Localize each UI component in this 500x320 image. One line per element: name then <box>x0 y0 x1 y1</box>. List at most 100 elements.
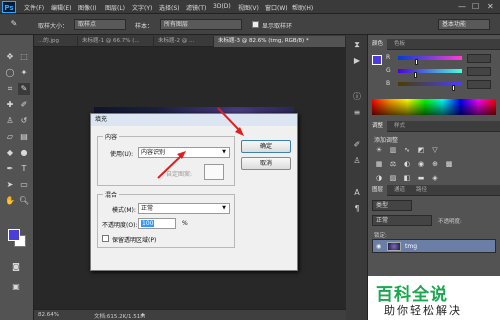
marquee-tool-icon[interactable]: ⬚ <box>18 51 30 63</box>
slider-g-value[interactable] <box>467 67 491 76</box>
quick-mask-icon[interactable]: ◙ <box>10 261 22 273</box>
gradient-map-icon[interactable]: ▬ <box>416 173 426 183</box>
hand-tool-icon[interactable]: ✋ <box>4 195 16 207</box>
slider-b-value[interactable] <box>467 80 491 89</box>
layer-row[interactable]: ◉ tmg <box>372 239 496 253</box>
slider-r-thumb[interactable] <box>415 59 418 65</box>
brush-tool-icon[interactable]: ✐ <box>18 99 30 111</box>
ok-button[interactable]: 确定 <box>241 140 291 153</box>
properties-icon[interactable]: ≡ <box>351 107 363 119</box>
menu-filter[interactable]: 滤镜(T) <box>186 3 206 12</box>
sample-select[interactable]: 所有图层 <box>160 19 242 30</box>
maximize-button[interactable]: ☐ <box>472 2 479 11</box>
brightness-icon[interactable]: ☀ <box>374 145 384 155</box>
clone-source-icon[interactable]: ♙ <box>351 155 363 167</box>
menu-3d[interactable]: 3D(D) <box>213 3 231 10</box>
menu-view[interactable]: 视图(V) <box>238 3 259 12</box>
shape-tool-icon[interactable]: ▭ <box>18 179 30 191</box>
bw-icon[interactable]: ◐ <box>402 159 412 169</box>
color-balance-icon[interactable]: ⚖ <box>388 159 398 169</box>
custom-pattern-swatch[interactable] <box>204 164 224 180</box>
lasso-tool-icon[interactable]: ◯ <box>4 67 16 79</box>
stamp-tool-icon[interactable]: ♙ <box>4 115 16 127</box>
tab-paths[interactable]: 路径 <box>412 185 431 196</box>
crop-tool-icon[interactable]: ⌗ <box>4 83 16 95</box>
show-ring-checkbox[interactable] <box>252 21 259 28</box>
close-button[interactable]: ✕ <box>487 2 494 11</box>
history-icon[interactable]: ⧗ <box>351 39 363 51</box>
gradient-tool-icon[interactable]: ▤ <box>18 131 30 143</box>
quick-select-icon[interactable]: ✦ <box>18 67 30 79</box>
tab-adjustments[interactable]: 调整 <box>368 121 388 132</box>
menu-layer[interactable]: 图层(L) <box>105 3 125 12</box>
invert-icon[interactable]: ◑ <box>374 173 384 183</box>
tab-channels[interactable]: 通道 <box>390 185 409 196</box>
character-icon[interactable]: A <box>351 187 363 199</box>
hue-icon[interactable]: ▦ <box>374 159 384 169</box>
actions-icon[interactable]: ▶ <box>351 55 363 67</box>
color-lookup-icon[interactable]: ▩ <box>444 159 454 169</box>
menu-select[interactable]: 选择(S) <box>159 3 180 12</box>
type-tool-icon[interactable]: T <box>18 163 30 175</box>
slider-g-track[interactable] <box>398 69 462 73</box>
menu-image[interactable]: 图像(I) <box>78 3 96 12</box>
tab-swatches[interactable]: 色板 <box>390 39 409 50</box>
menu-window[interactable]: 窗口(W) <box>265 3 288 12</box>
layer-name[interactable]: tmg <box>405 243 417 250</box>
workspace-select[interactable]: 基本功能 <box>438 19 490 30</box>
slider-r-value[interactable] <box>467 54 491 63</box>
heal-tool-icon[interactable]: ✚ <box>4 99 16 111</box>
tab-layers[interactable]: 图层 <box>368 185 388 196</box>
minimize-button[interactable]: — <box>458 2 466 11</box>
tab-doc-active[interactable]: 未标题-3 @ 82.6% (tmg, RGB/8) * <box>214 36 346 47</box>
use-select[interactable]: 内容识别 ▼ <box>138 147 230 158</box>
zoom-level[interactable]: 82.64% <box>38 312 59 318</box>
panel-foreground-swatch[interactable] <box>372 55 382 65</box>
brush-panel-icon[interactable]: ✐ <box>351 139 363 151</box>
eraser-tool-icon[interactable]: ▱ <box>4 131 16 143</box>
foreground-color-swatch[interactable] <box>8 229 20 241</box>
eyedropper-tool-icon[interactable]: ✎ <box>18 83 30 95</box>
layer-blend-mode[interactable]: 正常 <box>372 215 432 226</box>
tab-doc-3[interactable]: 未标题-2 @ ... <box>154 36 214 47</box>
path-select-icon[interactable]: ➤ <box>4 179 16 191</box>
threshold-icon[interactable]: ◧ <box>402 173 412 183</box>
status-arrow-icon[interactable]: ▸ <box>142 311 145 318</box>
zoom-tool-icon[interactable]: 🔍︎ <box>18 195 30 207</box>
levels-icon[interactable]: ▥ <box>388 145 398 155</box>
paragraph-icon[interactable]: ¶ <box>351 203 363 215</box>
history-brush-icon[interactable]: ↺ <box>18 115 30 127</box>
layer-kind-filter[interactable]: 类型 <box>372 200 412 211</box>
slider-b-thumb[interactable] <box>452 85 455 91</box>
posterize-icon[interactable]: ▨ <box>388 173 398 183</box>
pen-tool-icon[interactable]: ✒ <box>4 163 16 175</box>
tab-doc-1[interactable]: ...的.jpg <box>34 36 78 47</box>
curves-icon[interactable]: ∿ <box>402 145 412 155</box>
opacity-input[interactable]: 100 <box>138 218 176 229</box>
menu-file[interactable]: 文件(F) <box>24 3 44 12</box>
eye-icon[interactable]: ◉ <box>376 243 381 250</box>
info-icon[interactable]: ⓘ <box>351 91 363 103</box>
cancel-button[interactable]: 取消 <box>241 157 291 170</box>
slider-r-track[interactable] <box>398 56 462 60</box>
mode-select[interactable]: 正常 ▼ <box>138 203 230 214</box>
preserve-transparency-checkbox[interactable] <box>102 235 109 242</box>
menu-type[interactable]: 文字(Y) <box>132 3 152 12</box>
eyedropper-icon[interactable]: ✎ <box>8 18 20 30</box>
photo-filter-icon[interactable]: ◉ <box>416 159 426 169</box>
blur-tool-icon[interactable]: ◆ <box>4 147 16 159</box>
move-tool-icon[interactable]: ✥ <box>4 51 16 63</box>
selective-color-icon[interactable]: ◈ <box>430 173 440 183</box>
menu-help[interactable]: 帮助(H) <box>292 3 313 12</box>
vibrance-icon[interactable]: ▽ <box>430 145 440 155</box>
slider-g-thumb[interactable] <box>414 72 417 78</box>
sample-size-select[interactable]: 取样点 <box>74 19 126 30</box>
menu-edit[interactable]: 编辑(E) <box>51 3 71 12</box>
exposure-icon[interactable]: ◩ <box>416 145 426 155</box>
tab-styles[interactable]: 样式 <box>390 121 409 132</box>
channel-mixer-icon[interactable]: ⊕ <box>430 159 440 169</box>
screen-mode-icon[interactable]: ▣ <box>10 281 22 293</box>
tab-color[interactable]: 颜色 <box>368 39 388 50</box>
tab-doc-2[interactable]: 未标题-1 @ 66.7% (... <box>78 36 154 47</box>
dodge-tool-icon[interactable]: ● <box>18 147 30 159</box>
